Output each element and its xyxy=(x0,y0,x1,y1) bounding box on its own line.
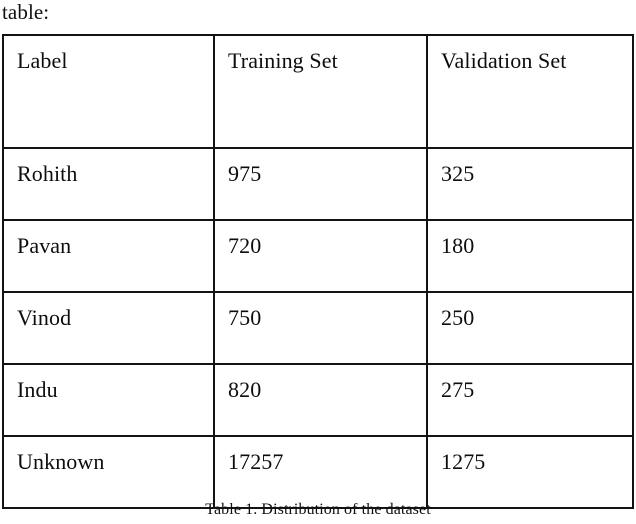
cell-label-text: Pavan xyxy=(17,233,72,258)
cell-training: 750 xyxy=(213,291,428,365)
cell-training-text: 720 xyxy=(228,233,262,258)
table-row: Unknown 17257 1275 xyxy=(2,435,634,509)
cell-validation-text: 1275 xyxy=(441,449,486,474)
cell-training: 975 xyxy=(213,147,428,221)
cell-label: Vinod xyxy=(2,291,215,365)
column-header-label: Label xyxy=(2,34,215,149)
cell-training-text: 975 xyxy=(228,161,262,186)
dataset-table-container: Label Training Set Validation Set Rohith… xyxy=(2,34,634,509)
table-row: Pavan 720 180 xyxy=(2,219,634,293)
table-caption: Table 1. Distribution of the dataset xyxy=(205,501,431,518)
lead-in-text: table: xyxy=(2,0,50,24)
cell-validation-text: 250 xyxy=(441,305,475,330)
cell-training: 820 xyxy=(213,363,428,437)
cell-training: 720 xyxy=(213,219,428,293)
table-row: Rohith 975 325 xyxy=(2,147,634,221)
cell-validation-text: 180 xyxy=(441,233,475,258)
column-header-label-text: Label xyxy=(17,48,68,73)
dataset-table: Label Training Set Validation Set Rohith… xyxy=(2,34,634,509)
column-header-training-set-text: Training Set xyxy=(228,48,338,73)
cell-validation: 180 xyxy=(426,219,634,293)
table-header-row: Label Training Set Validation Set xyxy=(2,34,634,149)
cell-label: Unknown xyxy=(2,435,215,509)
cell-training-text: 17257 xyxy=(228,449,284,474)
cell-validation: 1275 xyxy=(426,435,634,509)
cell-training-text: 820 xyxy=(228,377,262,402)
cell-training: 17257 xyxy=(213,435,428,509)
column-header-validation-set-text: Validation Set xyxy=(441,48,567,73)
column-header-training-set: Training Set xyxy=(213,34,428,149)
table-row: Vinod 750 250 xyxy=(2,291,634,365)
cell-validation: 325 xyxy=(426,147,634,221)
cell-validation-text: 325 xyxy=(441,161,475,186)
cell-label: Rohith xyxy=(2,147,215,221)
cell-training-text: 750 xyxy=(228,305,262,330)
cell-validation: 275 xyxy=(426,363,634,437)
cell-label-text: Vinod xyxy=(17,305,72,330)
cell-label: Indu xyxy=(2,363,215,437)
cell-label-text: Indu xyxy=(17,377,58,402)
cell-label: Pavan xyxy=(2,219,215,293)
cell-label-text: Unknown xyxy=(17,449,105,474)
table-row: Indu 820 275 xyxy=(2,363,634,437)
cell-validation: 250 xyxy=(426,291,634,365)
cell-validation-text: 275 xyxy=(441,377,475,402)
column-header-validation-set: Validation Set xyxy=(426,34,634,149)
cell-label-text: Rohith xyxy=(17,161,78,186)
